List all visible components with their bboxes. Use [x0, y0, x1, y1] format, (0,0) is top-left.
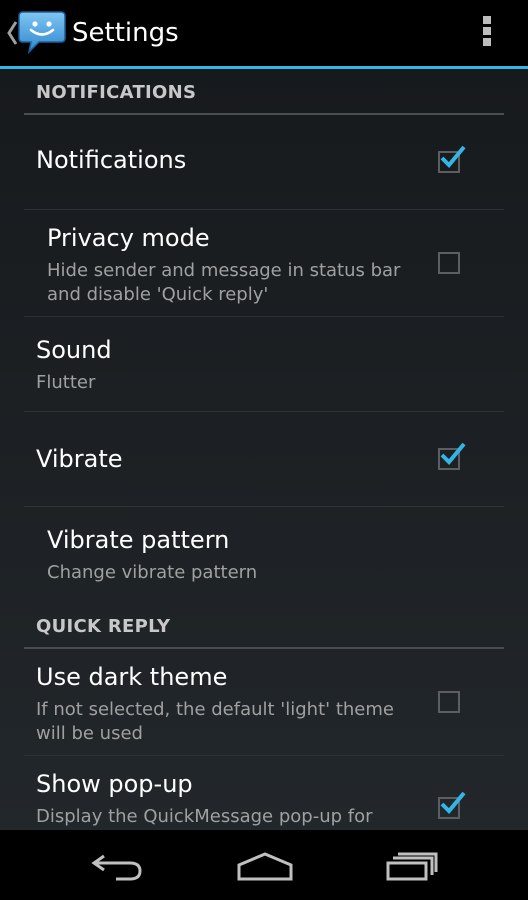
notifications-checkbox[interactable]: [438, 145, 466, 173]
preference-list[interactable]: NOTIFICATIONS Notifications Privacy mode…: [0, 69, 528, 830]
pref-summary: If not selected, the default 'light' the…: [36, 699, 394, 744]
action-bar: Settings: [0, 0, 528, 69]
pref-title: Use dark theme: [36, 663, 228, 691]
pref-title: Vibrate: [36, 445, 123, 473]
vibrate-checkbox[interactable]: [438, 442, 466, 470]
pref-title: Notifications: [36, 146, 187, 174]
checkmark-icon: [440, 442, 466, 465]
pref-use-dark-theme[interactable]: Use dark theme If not selected, the defa…: [24, 649, 504, 756]
pref-title: Vibrate pattern: [47, 526, 230, 554]
section-header-label: QUICK REPLY: [36, 616, 171, 637]
pref-title: Privacy mode: [47, 224, 210, 252]
show-popup-checkbox[interactable]: [438, 791, 466, 819]
use-dark-theme-checkbox[interactable]: [438, 691, 460, 713]
section-header-quick-reply: QUICK REPLY: [24, 603, 504, 649]
speech-bubble-smiley-icon[interactable]: [17, 9, 67, 55]
section-header-notifications: NOTIFICATIONS: [24, 69, 504, 115]
recent-apps-icon[interactable]: [384, 850, 440, 882]
pref-vibrate-pattern[interactable]: Vibrate pattern Change vibrate pattern: [24, 507, 504, 601]
pref-sound[interactable]: Sound Flutter: [24, 317, 504, 412]
home-icon[interactable]: [236, 850, 294, 882]
overflow-menu-icon[interactable]: [476, 16, 498, 52]
pref-summary: Change vibrate pattern: [47, 562, 258, 583]
pref-show-popup[interactable]: Show pop-up Display the QuickMessage pop…: [24, 756, 504, 830]
pref-summary: Flutter: [36, 372, 96, 393]
back-arrow-icon[interactable]: [90, 850, 146, 882]
pref-title: Show pop-up: [36, 770, 193, 798]
navigation-bar: [0, 830, 528, 900]
privacy-mode-checkbox[interactable]: [438, 252, 460, 274]
pref-summary: Display the QuickMessage pop-up for: [36, 806, 373, 827]
pref-privacy-mode[interactable]: Privacy mode Hide sender and message in …: [24, 210, 504, 317]
section-header-label: NOTIFICATIONS: [36, 82, 197, 103]
checkmark-icon: [440, 145, 466, 168]
checkmark-icon: [440, 791, 466, 814]
pref-notifications[interactable]: Notifications: [24, 115, 504, 210]
page-title: Settings: [72, 18, 179, 48]
pref-title: Sound: [36, 336, 112, 364]
pref-summary: Hide sender and message in status bar an…: [47, 260, 401, 305]
pref-vibrate[interactable]: Vibrate: [24, 412, 504, 507]
